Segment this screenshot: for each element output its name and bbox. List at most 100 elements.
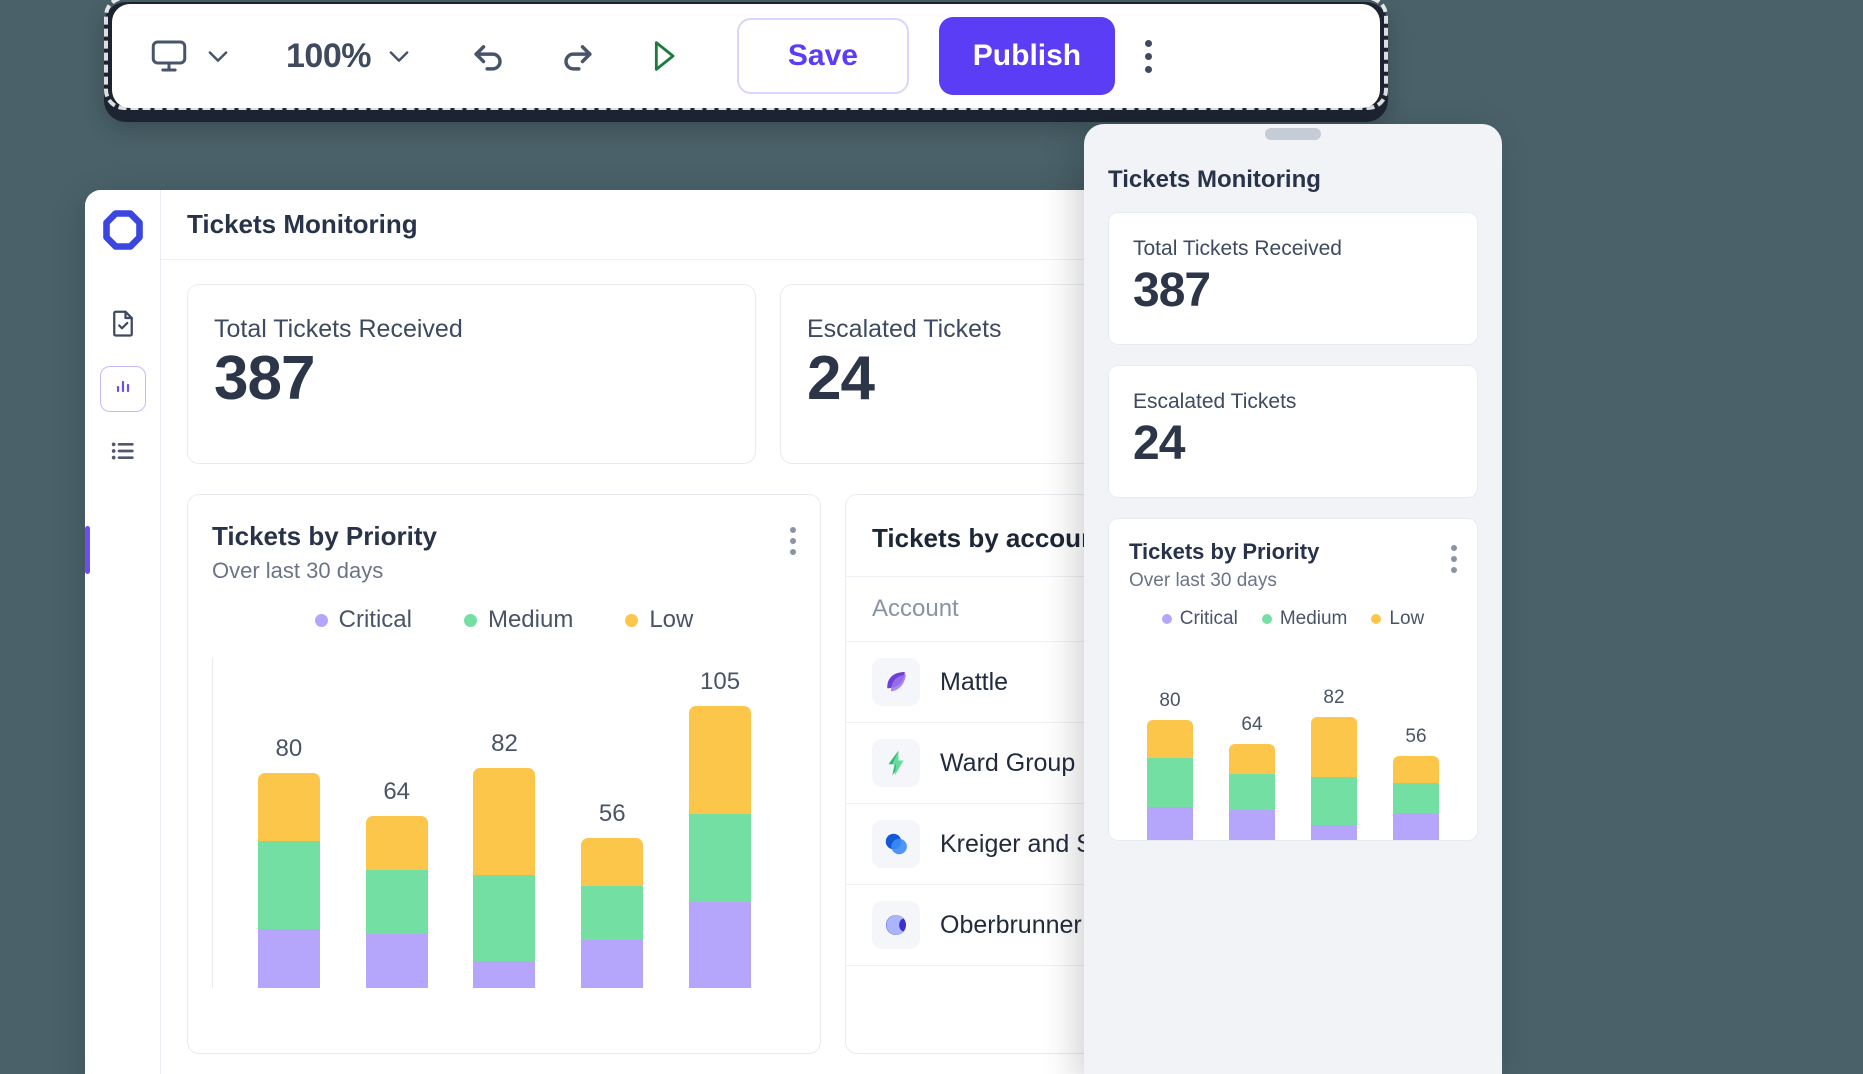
page-title: Tickets Monitoring (187, 209, 418, 239)
bar-segment-low (689, 706, 752, 814)
bar-column[interactable]: 64 (365, 658, 428, 988)
legend-label: Critical (1179, 608, 1238, 629)
save-button[interactable]: Save (736, 18, 909, 94)
play-triangle-icon[interactable] (643, 36, 683, 76)
bar-segment-low (1393, 756, 1439, 783)
legend-swatch-icon (314, 613, 328, 627)
legend-label: Medium (1279, 608, 1348, 629)
bar-segment-critical (257, 929, 320, 988)
legend-item-critical[interactable]: Critical (1161, 608, 1238, 630)
chart-options-button[interactable] (1451, 539, 1457, 573)
document-check-icon (108, 308, 138, 343)
sidebar-item-analytics[interactable] (99, 366, 146, 412)
bar-column[interactable]: 82 (473, 658, 536, 988)
editor-toolbar-shell: 100% Save Publish (104, 0, 1388, 122)
bar-column[interactable]: 105 (689, 658, 752, 988)
bar-column[interactable]: 80 (1147, 650, 1193, 840)
bar-segment-critical (1147, 807, 1193, 840)
sidebar-item-list[interactable] (100, 430, 146, 476)
mobile-tickets-by-priority-card: Tickets by Priority Over last 30 days Cr… (1108, 518, 1478, 841)
ward-bolt-logo-icon (872, 739, 920, 787)
oberbrunner-crescent-logo-icon (872, 901, 920, 949)
editor-toolbar: 100% Save Publish (112, 4, 1380, 108)
chart-title: Tickets by Priority (212, 521, 437, 551)
device-selector[interactable] (148, 35, 232, 77)
bar-segment-medium (473, 875, 536, 962)
account-name: Mattle (940, 667, 1009, 696)
bar-stack (1229, 744, 1275, 840)
redo-button[interactable] (555, 34, 599, 78)
bar-segment-critical (581, 939, 644, 988)
screenshot-root: 100% Save Publish Tickets Monitoring Tot… (0, 0, 1863, 1074)
list-icon (107, 435, 139, 472)
undo-button[interactable] (467, 34, 511, 78)
bar-segment-low (257, 773, 320, 841)
chevron-down-icon (385, 42, 413, 70)
bar-column[interactable]: 80 (257, 658, 320, 988)
chart-header: Tickets by Priority Over last 30 days (212, 521, 796, 584)
bar-total-label: 56 (598, 799, 626, 827)
legend-item-low[interactable]: Low (1371, 608, 1424, 630)
bar-stack (581, 837, 644, 988)
chart-subtitle: Over last 30 days (1129, 570, 1277, 591)
kpi-value: 387 (1133, 264, 1211, 317)
mobile-body: Total Tickets Received 387 Escalated Tic… (1084, 212, 1502, 841)
bar-segment-medium (365, 870, 428, 935)
account-name: Oberbrunner (940, 910, 1082, 939)
chart-title: Tickets by Priority (1129, 539, 1320, 564)
bar-segment-low (1311, 717, 1357, 777)
bar-total-label: 64 (1241, 714, 1263, 735)
legend-item-medium[interactable]: Medium (1261, 608, 1348, 630)
legend-item-critical[interactable]: Critical (314, 606, 412, 634)
bar-segment-critical (1229, 810, 1275, 840)
legend-item-low[interactable]: Low (625, 606, 693, 634)
zoom-level-label: 100% (286, 36, 371, 75)
kreiger-circles-logo-icon (872, 820, 920, 868)
bar-chart-icon (111, 375, 135, 404)
legend-swatch-icon (1161, 614, 1172, 624)
bar-segment-medium (581, 886, 644, 940)
bar-stack (1311, 717, 1357, 840)
zoom-selector[interactable]: 100% (286, 37, 413, 76)
bar-total-label: 82 (491, 730, 518, 758)
bar-stack (257, 773, 320, 988)
bar-column[interactable]: 82 (1311, 650, 1357, 840)
mobile-kpi-card-escalated-tickets: Escalated Tickets 24 (1108, 365, 1478, 498)
monitor-icon (148, 35, 190, 77)
octagon-logo-icon (101, 208, 145, 252)
bar-total-label: 105 (700, 668, 741, 696)
legend-swatch-icon (1371, 614, 1382, 624)
bar-column[interactable]: 64 (1229, 650, 1275, 840)
sidebar-item-documents[interactable] (100, 302, 146, 348)
bar-segment-medium (1311, 777, 1357, 825)
chart-plot-area: 80 64 82 56 105 (212, 658, 796, 988)
bar-column[interactable]: 56 (1393, 650, 1439, 840)
chart-options-button[interactable] (790, 521, 796, 555)
bar-total-label: 64 (383, 778, 411, 806)
bar-stack (1393, 756, 1439, 840)
mobile-chart-legend: Critical Medium Low (1129, 608, 1457, 630)
legend-item-medium[interactable]: Medium (463, 606, 574, 634)
kpi-value: 387 (214, 344, 315, 413)
bar-segment-critical (365, 934, 428, 988)
more-options-button[interactable] (1144, 39, 1152, 73)
bar-segment-low (1229, 744, 1275, 774)
kpi-label: Total Tickets Received (1133, 237, 1342, 260)
bar-total-label: 80 (1159, 690, 1181, 711)
kpi-value: 24 (1133, 417, 1185, 470)
bar-segment-low (473, 768, 536, 876)
bar-total-label: 82 (1323, 687, 1345, 708)
legend-label: Medium (487, 606, 574, 633)
account-name: Ward Group (940, 748, 1076, 777)
bar-segment-medium (1229, 774, 1275, 810)
publish-button[interactable]: Publish (938, 17, 1115, 95)
bar-segment-critical (473, 961, 536, 988)
mobile-chart-header: Tickets by Priority Over last 30 days (1129, 539, 1457, 592)
bar-segment-medium (689, 813, 752, 903)
mobile-chart-plot-area: 80 64 82 56 (1129, 650, 1457, 840)
chart-subtitle: Over last 30 days (212, 558, 384, 583)
bar-column[interactable]: 56 (581, 658, 644, 988)
bar-segment-low (365, 816, 428, 871)
bar-total-label: 56 (1405, 726, 1427, 747)
bar-segment-medium (1393, 783, 1439, 813)
